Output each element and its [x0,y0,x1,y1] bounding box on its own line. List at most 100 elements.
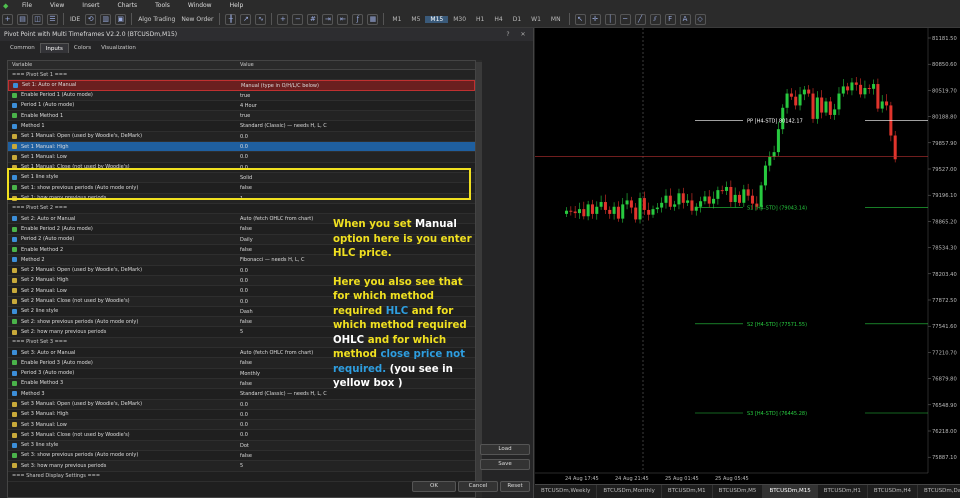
tf-h4[interactable]: H4 [489,16,507,23]
input-value[interactable]: 0.0 [240,152,475,161]
trendline-icon[interactable]: ╱ [634,13,646,25]
menu-view[interactable]: View [41,2,73,9]
input-row[interactable]: Set 1: Auto or Manual Manual (type in O/H… [8,80,475,91]
menu-insert[interactable]: Insert [73,2,108,9]
input-row[interactable]: Set 3: show previous periods (Auto mode … [8,451,475,462]
input-row[interactable]: Period 1 (Auto mode) 4 Hour [8,101,475,112]
chart-tab[interactable]: BTCUSDm,Monthly [597,485,662,498]
input-row[interactable]: Set 1 Manual: High 0.0 [8,142,475,153]
chart-tab[interactable]: BTCUSDm,M1 [662,485,713,498]
shift-icon[interactable]: ⇤ [337,13,349,25]
tf-m15[interactable]: M15 [425,15,449,23]
price-chart[interactable]: 81181.50 80850.60 80519.70 80188.80 79857.90… [535,28,960,498]
chart-tab[interactable]: BTCUSDm,M15 [763,485,818,498]
reset-button[interactable]: Reset [500,481,530,492]
input-row[interactable]: Set 3: how many previous periods 5 [8,461,475,472]
tab-colors[interactable]: Colors [69,43,96,53]
help-icon[interactable]: ? [501,28,515,41]
history-icon[interactable]: ⟲ [85,13,97,25]
zoom-in-icon[interactable]: + [277,13,289,25]
lock-icon[interactable]: ▣ [115,13,127,25]
chart-tab[interactable]: BTCUSDm,H1 [818,485,868,498]
grid-scrollbar-thumb[interactable] [476,62,482,482]
input-value[interactable]: 4 Hour [240,101,475,110]
menu-tools[interactable]: Tools [146,2,179,9]
input-row[interactable]: Set 3 Manual: Close (not used by Woodie'… [8,430,475,441]
shapes-icon[interactable]: ◇ [694,13,706,25]
input-row[interactable]: === Shared Display Settings === [8,472,475,482]
chart-tab[interactable]: BTCUSDm,M5 [713,485,764,498]
input-value[interactable]: false [240,451,475,460]
input-value[interactable]: Dot [240,441,475,450]
tab-common[interactable]: Common [5,43,40,53]
grid-icon[interactable]: # [307,13,319,25]
input-value[interactable]: true [240,91,475,100]
load-button[interactable]: Load [480,444,530,455]
input-row[interactable]: Set 1 Manual: Low 0.0 [8,152,475,163]
indicators-icon[interactable]: ƒ [352,13,364,25]
market-watch-icon[interactable]: ◫ [32,13,43,25]
input-value[interactable]: 0.0 [240,132,475,141]
input-row[interactable]: Method 1 Standard (Classic) — needs H, L,… [8,121,475,132]
line-chart-icon[interactable]: ∿ [255,13,267,25]
input-value[interactable] [240,204,475,213]
menu-window[interactable]: Window [179,2,221,9]
chart-tab[interactable]: BTCUSDm,H4 [868,485,919,498]
close-icon[interactable]: ✕ [516,28,530,41]
algo-trading-button[interactable]: Algo Trading [135,13,178,26]
cursor-icon[interactable]: ↖ [574,13,586,25]
fibonacci-icon[interactable]: F [664,13,676,25]
cancel-button[interactable]: Cancel [458,481,498,492]
chart-tab[interactable]: BTCUSDm,Daily [918,485,960,498]
menu-file[interactable]: File [13,2,41,9]
channel-icon[interactable]: ⫽ [649,13,661,25]
zoom-out-icon[interactable]: − [292,13,304,25]
input-row[interactable]: Set 1 Manual: Open (used by Woodie's, De… [8,131,475,143]
tf-mn[interactable]: MN [546,16,566,23]
input-row[interactable]: Set 3 line style Dot [8,440,475,451]
menu-help[interactable]: Help [221,2,253,9]
vertical-line-icon[interactable]: │ [604,13,616,25]
tf-h1[interactable]: H1 [471,16,489,23]
tf-w1[interactable]: W1 [526,16,546,23]
tf-m30[interactable]: M30 [448,16,471,23]
tab-inputs[interactable]: Inputs [39,43,69,53]
input-value[interactable]: 5 [240,461,475,470]
input-value[interactable] [240,70,475,79]
input-row[interactable]: Enable Method 1 true [8,111,475,122]
input-value[interactable]: 0.0 [240,142,475,151]
tf-m1[interactable]: M1 [387,16,406,23]
profiles-icon[interactable]: ▤ [17,13,28,25]
scroll-icon[interactable]: ⇥ [322,13,334,25]
horizontal-line-icon[interactable]: ─ [619,13,631,25]
templates-icon[interactable]: ▦ [367,13,379,25]
navigator-icon[interactable]: ☰ [47,13,58,25]
ok-button[interactable]: OK [412,481,456,492]
tf-d1[interactable]: D1 [508,16,526,23]
input-value[interactable]: Standard (Classic) — needs H, L, C [240,121,475,130]
new-chart-icon[interactable]: + [2,13,13,25]
tf-m5[interactable]: M5 [406,16,425,23]
input-value[interactable]: 0.0 [240,430,475,439]
input-row[interactable]: Set 3 Manual: Low 0.0 [8,420,475,431]
text-icon[interactable]: A [679,13,691,25]
menu-charts[interactable]: Charts [109,2,147,9]
crosshair-icon[interactable]: ✛ [589,13,601,25]
bar-icon[interactable]: ▥ [100,13,112,25]
trend-icon[interactable]: ↗ [240,13,252,25]
candles-icon[interactable]: ╫ [225,13,237,25]
input-row[interactable]: === Pivot Set 2 === [8,204,475,215]
input-value[interactable]: Manual (type in O/H/L/C below) [241,81,474,89]
input-value[interactable]: 0.0 [240,410,475,419]
chart-tab[interactable]: BTCUSDm,Weekly [535,485,598,498]
tab-visualization[interactable]: Visualization [96,43,141,53]
ide-button[interactable]: IDE [67,13,83,26]
save-button[interactable]: Save [480,459,530,470]
input-row[interactable]: === Pivot Set 1 === [8,70,475,81]
new-order-button[interactable]: New Order [178,13,216,26]
input-value[interactable] [240,472,475,481]
input-row[interactable]: Enable Period 1 (Auto mode) true [8,90,475,101]
input-value[interactable]: true [240,111,475,120]
input-row[interactable]: Set 3 Manual: High 0.0 [8,410,475,421]
chart-canvas[interactable]: 81181.50 80850.60 80519.70 80188.80 79857.90… [535,28,960,484]
